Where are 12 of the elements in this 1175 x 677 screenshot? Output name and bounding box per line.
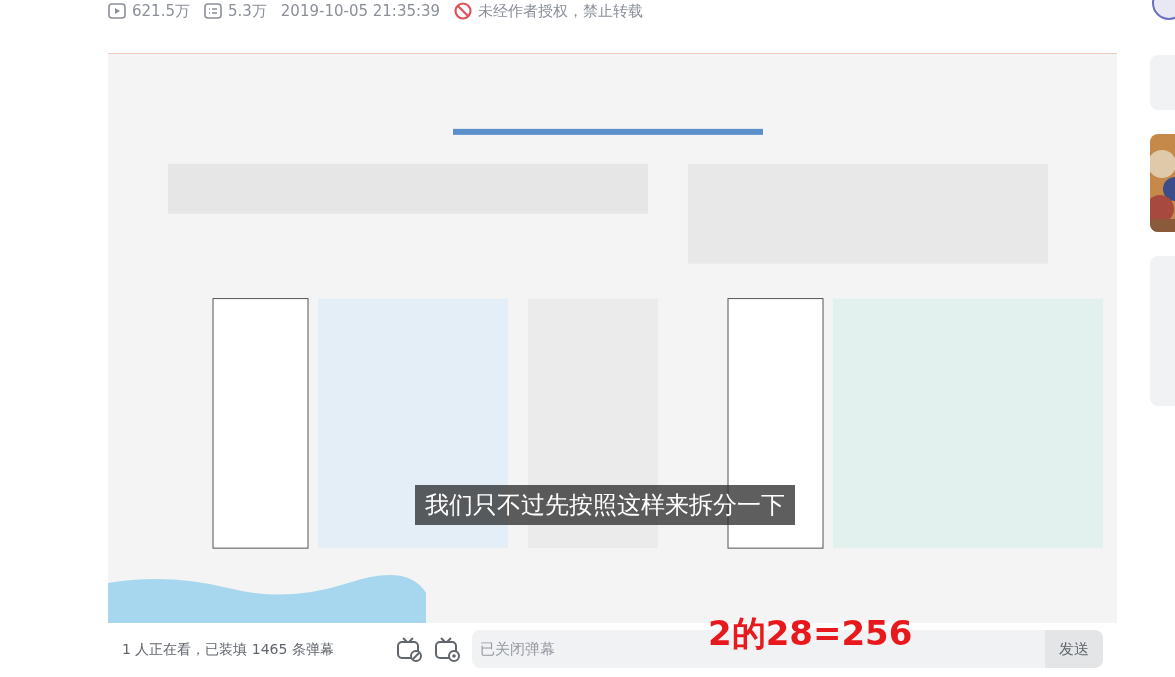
send-button[interactable]: 发送 (1045, 630, 1103, 668)
copyright-notice: 未经作者授权，禁止转载 (478, 0, 644, 22)
play-icon (108, 2, 126, 20)
danmaku-count: 5.3万 (227, 0, 267, 22)
subtitle-caption: 我们只不过先按照这样来拆分一下 (415, 485, 795, 525)
comment-list-icon (203, 2, 222, 20)
publish-date: 2019-10-05 21:35:39 (280, 0, 441, 22)
play-count: 621.5万 (132, 0, 190, 22)
viewer-count: 1 人正在看，已装填 1465 条弹幕 (122, 639, 335, 659)
danmaku-settings-icon[interactable] (434, 636, 460, 662)
prohibited-icon (454, 2, 473, 20)
danmaku-toggle-icon[interactable] (396, 636, 422, 662)
